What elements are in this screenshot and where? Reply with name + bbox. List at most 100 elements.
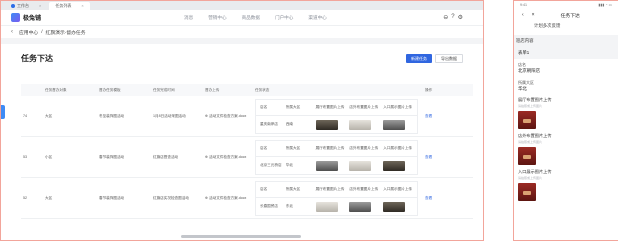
upload-title: 入口展示图片上传	[518, 169, 552, 174]
status-bar: 9:41 ▮▮▮ ◔ ▭	[514, 1, 618, 9]
sub-table-row: 北京三元桥店 华北	[256, 157, 417, 175]
nav-item[interactable]: 营销中心	[208, 15, 226, 21]
sub-table: 店名 所属大区 展厅布置图片上传 店外布置图片上传 入口展示图片上传 长春国贸店…	[255, 180, 418, 216]
photo-thumbnail[interactable]	[349, 160, 372, 171]
horizontal-scrollbar[interactable]	[181, 235, 301, 238]
photo-thumbnail[interactable]	[383, 119, 406, 130]
file-link[interactable]: ⊕ 活动文件检查方案.docx	[205, 155, 255, 160]
file-link[interactable]: ⊕ 活动文件检查方案.docx	[205, 114, 255, 119]
field-value: 北京朝阳店	[518, 68, 540, 73]
sub-table-row: 长春国贸店 东北	[256, 198, 417, 216]
cell-time: 红旗店实况检查图活动	[153, 195, 189, 200]
side-drawer-handle[interactable]	[1, 105, 5, 119]
row-id: 53	[23, 155, 27, 159]
page-title: 任务下达	[21, 53, 53, 63]
mobile-screen: 9:41 ▮▮▮ ◔ ▭ ‹ × 任务下达 计划多次反馈 巡店内容 表单1 店名…	[513, 0, 618, 241]
sub-column-header: 展厅布置图片上传	[315, 104, 345, 109]
upload-title: 店外布置图片上传	[518, 133, 552, 138]
cell-target: 大区	[45, 195, 53, 200]
form-field[interactable]: 所属大区 华北	[514, 77, 618, 95]
form-field[interactable]: 店名 北京朝阳店	[514, 59, 618, 77]
upload-title: 展厅布置图片上传	[518, 97, 552, 102]
table-row: 53 小区 春节装饰图活动 红旗店督查活动 ⊕ 活动文件检查方案.docx 店名…	[21, 137, 473, 178]
close-icon[interactable]: ×	[532, 12, 535, 18]
column-header: 督办任务模板	[99, 87, 121, 92]
sub-table-header: 店名 所属大区 展厅布置图片上传 店外布置图片上传 入口展示图片上传	[256, 182, 417, 198]
form-field[interactable]: 表单1	[514, 47, 618, 59]
cell-target: 大区	[45, 113, 53, 118]
sub-column-header: 店名	[260, 104, 268, 109]
new-task-button[interactable]: 新建任务	[406, 53, 432, 63]
app-name: 极兔铺	[23, 16, 42, 22]
view-link[interactable]: 查看	[425, 155, 445, 160]
export-button[interactable]: 导出数据	[435, 53, 463, 63]
sub-column-header: 店外布置图片上传	[349, 186, 379, 191]
nav-item[interactable]: 商品数据	[242, 15, 260, 21]
tab-task-list[interactable]: 任务列表 ×	[49, 2, 90, 10]
minus-circle-icon[interactable]: ⊖	[443, 14, 448, 21]
view-link[interactable]: 查看	[425, 114, 445, 119]
region: 东北	[285, 204, 294, 208]
cell-template: 春节装饰图活动	[99, 195, 125, 200]
photo-thumbnail[interactable]	[315, 201, 338, 212]
nav-item[interactable]: 渠道中心	[308, 15, 326, 21]
photo-thumbnail[interactable]	[315, 160, 338, 171]
sub-table: 店名 所属大区 展厅布置图片上传 店外布置图片上传 入口展示图片上传 北京三元桥…	[255, 139, 418, 175]
app-logo-icon	[11, 4, 15, 8]
sub-column-header: 店外布置图片上传	[349, 104, 379, 109]
main-nav: 消息 营销中心 商品数据 门户中心 渠道中心	[184, 15, 327, 21]
back-arrow-icon[interactable]: ‹	[522, 12, 524, 18]
uploaded-photo[interactable]	[518, 183, 536, 201]
status-cell: 店名 所属大区 展厅布置图片上传 店外布置图片上传 入口展示图片上传 北京三元桥…	[255, 139, 425, 175]
photo-thumbnail[interactable]	[349, 201, 372, 212]
header-actions: ⊖ ? ⚙	[443, 14, 463, 21]
close-icon[interactable]: ×	[81, 2, 83, 10]
close-icon[interactable]: ×	[39, 2, 41, 10]
breadcrumb-item[interactable]: 应用中心	[19, 29, 38, 36]
breadcrumb-current: 红旗演示-督办任务	[45, 30, 86, 36]
sub-column-header: 入口展示图片上传	[383, 145, 412, 150]
cell-template: 冬至装饰图活动	[99, 113, 125, 118]
sub-column-header: 展厅布置图片上传	[315, 145, 345, 150]
status-indicators: ▮▮▮ ◔ ▭	[598, 3, 613, 7]
field-value: 表单1	[518, 50, 530, 55]
back-arrow-icon[interactable]: ‹	[11, 29, 13, 35]
cell-template: 春节装饰图活动	[99, 154, 125, 159]
row-id: 74	[23, 114, 27, 118]
status-cell: 店名 所属大区 展厅布置图片上传 店外布置图片上传 入口展示图片上传 长春国贸店…	[255, 180, 425, 216]
table-header: 任务督办对象 督办任务模板 任务完成时间 督办上传 任务状态 操作	[21, 84, 473, 96]
uploaded-photo[interactable]	[518, 147, 536, 165]
column-header: 督办上传	[205, 87, 220, 92]
view-link[interactable]: 查看	[425, 196, 445, 201]
photo-thumbnail[interactable]	[315, 119, 338, 130]
nav-item[interactable]: 门户中心	[275, 15, 293, 21]
tab-label: 工作台	[17, 3, 29, 8]
region: 华北	[285, 163, 294, 167]
sub-column-header: 店名	[260, 186, 268, 191]
sub-column-header: 店名	[260, 145, 268, 150]
file-link[interactable]: ⊕ 活动文件检查方案.docx	[205, 196, 255, 201]
sub-table-row: 重庆南岸店 西南	[256, 116, 417, 134]
table-row: 74 大区 冬至装饰图活动 1月8日活动采图活动 ⊕ 活动文件检查方案.docx…	[21, 96, 473, 137]
upload-field: 展厅布置图片上传 请拍照或上传图片	[514, 95, 618, 131]
status-cell: 店名 所属大区 展厅布置图片上传 店外布置图片上传 入口展示图片上传 重庆南岸店…	[255, 98, 425, 134]
tab-workbench[interactable]: 工作台 ×	[5, 2, 47, 10]
sub-column-header: 所属大区	[285, 186, 301, 191]
tab-label: 任务列表	[55, 3, 72, 8]
uploaded-photo[interactable]	[518, 111, 536, 129]
title-row: 任务下达 新建任务 导出数据	[21, 44, 473, 72]
nav-item[interactable]: 消息	[184, 15, 193, 21]
photo-thumbnail[interactable]	[349, 119, 372, 130]
mobile-title: 任务下达	[560, 13, 580, 19]
gear-icon[interactable]: ⚙	[458, 14, 463, 21]
main-content: 任务下达 新建任务 导出数据 任务督办对象 督办任务模板 任务完成时间 督办上传…	[1, 44, 483, 219]
photo-thumbnail[interactable]	[383, 201, 406, 212]
store-name: 重庆南岸店	[260, 122, 278, 126]
column-header: 操作	[425, 87, 433, 92]
app-logo[interactable]: 极兔铺	[11, 13, 161, 22]
upload-hint: 请拍照或上传图片	[518, 176, 543, 180]
help-icon[interactable]: ?	[451, 14, 454, 21]
photo-thumbnail[interactable]	[383, 160, 406, 171]
region: 西南	[285, 122, 294, 126]
sub-column-header: 店外布置图片上传	[349, 145, 379, 150]
